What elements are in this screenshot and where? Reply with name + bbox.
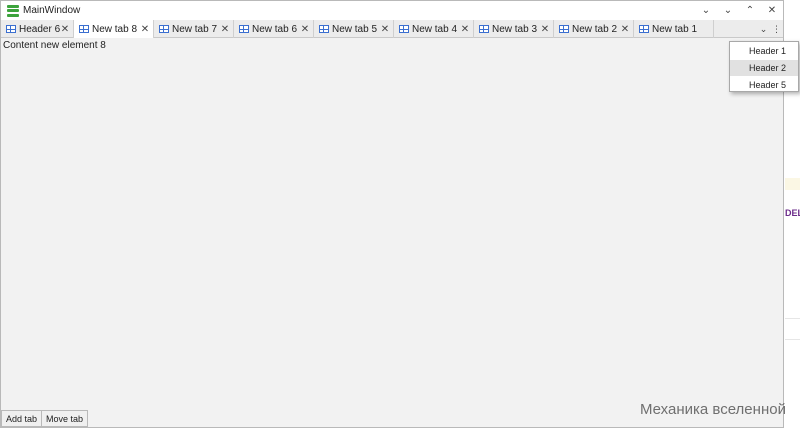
app-stack-icon [7, 4, 19, 17]
bottom-toolbar: Add tab Move tab [1, 410, 89, 427]
tab-label: New tab 5 [332, 23, 378, 35]
add-tab-button[interactable]: Add tab [1, 410, 43, 427]
table-icon [239, 25, 249, 33]
menu-item-header-1[interactable]: Header 1 [730, 43, 798, 59]
tab-label: New tab 6 [252, 23, 298, 35]
close-icon[interactable]: ✕ [620, 24, 630, 35]
tab-new-tab-2[interactable]: New tab 2 ✕ [554, 20, 634, 38]
window-title: MainWindow [23, 5, 81, 16]
tab-overflow-chevron-icon[interactable]: ⌄ [757, 20, 770, 38]
move-tab-button[interactable]: Move tab [41, 410, 89, 427]
main-window: MainWindow ⌄ ⌄ ⌃ ✕ Header 6 ✕ New tab 8 … [0, 0, 784, 428]
tab-new-tab-1[interactable]: New tab 1 [634, 20, 714, 38]
tab-new-tab-3[interactable]: New tab 3 ✕ [474, 20, 554, 38]
tab-header-6[interactable]: Header 6 ✕ [1, 20, 74, 38]
tab-label: New tab 3 [492, 23, 538, 35]
background-highlight [785, 178, 800, 190]
background-divider [785, 318, 800, 319]
tab-new-tab-5[interactable]: New tab 5 ✕ [314, 20, 394, 38]
table-icon [639, 25, 649, 33]
tab-label: New tab 1 [652, 23, 698, 35]
tab-new-tab-6[interactable]: New tab 6 ✕ [234, 20, 314, 38]
close-icon[interactable]: ✕ [380, 24, 390, 35]
close-icon[interactable]: ✕ [140, 24, 150, 35]
tab-tools: ⌄ ⋮ [757, 20, 783, 38]
tab-bar: Header 6 ✕ New tab 8 ✕ New tab 7 ✕ New t… [1, 20, 783, 38]
window-controls: ⌄ ⌄ ⌃ ✕ [695, 1, 783, 20]
background-divider [785, 339, 800, 340]
tab-new-tab-8[interactable]: New tab 8 ✕ [74, 20, 154, 38]
tab-new-tab-4[interactable]: New tab 4 ✕ [394, 20, 474, 38]
minimize-button[interactable]: ⌄ [717, 1, 739, 20]
table-icon [6, 25, 16, 33]
tab-content-text: Content new element 8 [3, 40, 106, 51]
watermark-text: Механика вселенной [640, 401, 786, 418]
close-icon[interactable]: ✕ [460, 24, 470, 35]
table-icon [399, 25, 409, 33]
close-icon[interactable]: ✕ [60, 24, 70, 35]
hidden-tabs-menu: Header 1 Header 2 Header 5 [729, 41, 799, 92]
title-bar[interactable]: MainWindow ⌄ ⌄ ⌃ ✕ [1, 1, 783, 20]
background-text-fragment: DELA [785, 208, 800, 218]
collapse-toggle-icon[interactable]: ⌄ [695, 1, 717, 20]
table-icon [479, 25, 489, 33]
table-icon [559, 25, 569, 33]
table-icon [319, 25, 329, 33]
tab-menu-kebab-icon[interactable]: ⋮ [770, 20, 783, 38]
table-icon [79, 25, 89, 33]
tab-label: New tab 7 [172, 23, 218, 35]
close-button[interactable]: ✕ [761, 1, 783, 20]
tab-new-tab-7[interactable]: New tab 7 ✕ [154, 20, 234, 38]
tab-label: New tab 8 [92, 23, 138, 35]
close-icon[interactable]: ✕ [300, 24, 310, 35]
menu-item-header-2[interactable]: Header 2 [730, 60, 798, 76]
tab-label: New tab 4 [412, 23, 458, 35]
maximize-button[interactable]: ⌃ [739, 1, 761, 20]
tab-label: New tab 2 [572, 23, 618, 35]
menu-item-header-5[interactable]: Header 5 [730, 77, 798, 93]
close-icon[interactable]: ✕ [540, 24, 550, 35]
close-icon[interactable]: ✕ [220, 24, 230, 35]
table-icon [159, 25, 169, 33]
tab-label: Header 6 [19, 23, 60, 35]
